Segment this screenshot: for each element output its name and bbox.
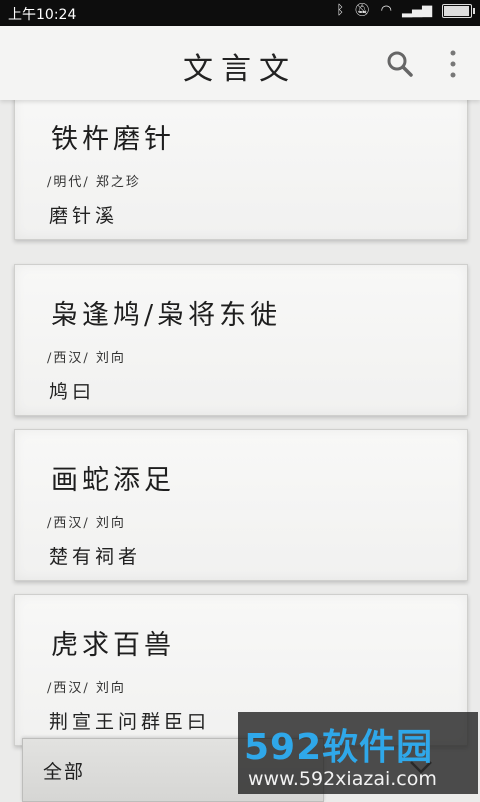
article-title: 铁杵磨针 bbox=[51, 124, 175, 155]
status-icons: ᛒ 🔕︎ ◠ ▂▄▆ bbox=[336, 3, 475, 18]
status-time: 上午10:24 bbox=[8, 7, 77, 23]
article-card[interactable]: 枭逢鸠/枭将东徙 /西汉/ 刘向 鸠曰 bbox=[14, 264, 468, 416]
article-meta: /西汉/ 刘向 bbox=[47, 681, 126, 696]
article-excerpt: 荆宣王问群臣曰 bbox=[49, 711, 211, 733]
watermark-brand: 592软件园 bbox=[244, 727, 434, 768]
more-vert-icon[interactable] bbox=[444, 48, 462, 80]
article-meta: /明代/ 郑之珍 bbox=[47, 175, 141, 190]
article-excerpt: 磨针溪 bbox=[49, 205, 119, 227]
watermark-url: www.592xiazai.com bbox=[248, 768, 437, 790]
article-meta: /西汉/ 刘向 bbox=[47, 516, 126, 531]
article-title: 枭逢鸠/枭将东徙 bbox=[51, 300, 282, 331]
article-title: 虎求百兽 bbox=[51, 630, 175, 661]
status-bar: 上午10:24 ᛒ 🔕︎ ◠ ▂▄▆ bbox=[0, 0, 480, 26]
search-icon[interactable] bbox=[386, 50, 414, 78]
article-title: 画蛇添足 bbox=[51, 465, 175, 496]
app-bar: 文言文 bbox=[0, 26, 480, 100]
signal-icon: ▂▄▆ bbox=[402, 3, 432, 18]
article-excerpt: 鸠曰 bbox=[49, 381, 96, 403]
battery-icon bbox=[442, 3, 475, 18]
article-meta: /西汉/ 刘向 bbox=[47, 351, 126, 366]
article-card[interactable]: 画蛇添足 /西汉/ 刘向 楚有祠者 bbox=[14, 429, 468, 581]
article-excerpt: 楚有祠者 bbox=[49, 546, 142, 568]
mute-icon: 🔕︎ bbox=[354, 3, 371, 18]
wifi-icon: ◠ bbox=[380, 3, 392, 18]
category-filter-label: 全部 bbox=[43, 761, 86, 783]
article-card[interactable]: 铁杵磨针 /明代/ 郑之珍 磨针溪 bbox=[14, 88, 468, 240]
bluetooth-icon: ᛒ bbox=[336, 3, 345, 18]
watermark: 592软件园 www.592xiazai.com bbox=[238, 712, 478, 794]
